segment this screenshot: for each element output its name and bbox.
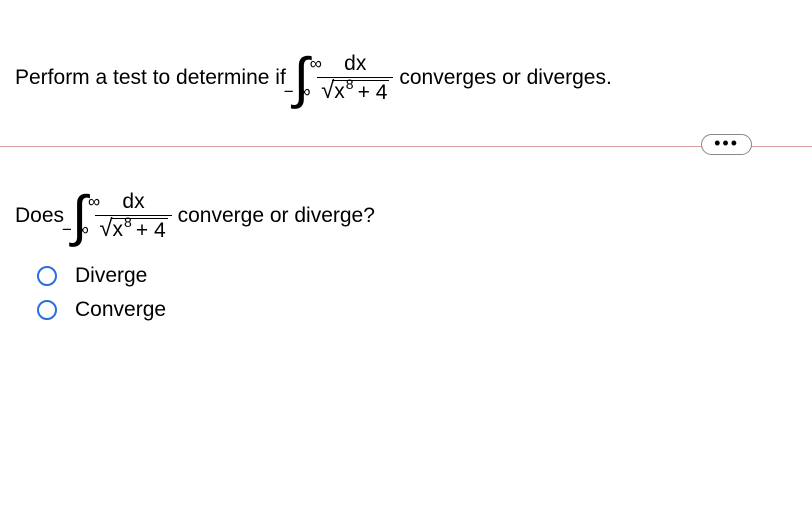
upper-limit: ∞ <box>310 36 322 92</box>
lower-limit: − ∞ <box>284 64 311 120</box>
option-converge[interactable]: Converge <box>37 298 797 322</box>
radio-icon[interactable] <box>37 266 57 286</box>
more-button[interactable]: ••• <box>701 134 752 155</box>
sqrt-2: √ x 8 + 4 <box>99 218 167 242</box>
options: Diverge Converge <box>37 264 797 322</box>
problem-prompt: Perform a test to determine if ∫ ∞ − ∞ d… <box>15 50 797 106</box>
question-after: converge or diverge? <box>178 204 375 228</box>
lower-limit-2: − ∞ <box>62 202 89 258</box>
question-row: Does ∫ ∞ − ∞ dx √ x 8 + 4 <box>15 188 797 244</box>
prompt-before: Perform a test to determine if <box>15 66 286 90</box>
x-power-2: x 8 <box>113 219 132 240</box>
upper-limit-2: ∞ <box>88 174 100 230</box>
integral-expression: ∫ ∞ − ∞ dx √ x 8 + 4 <box>292 50 394 106</box>
option-label: Converge <box>75 298 166 322</box>
numerator-2: dx <box>118 190 148 215</box>
question-before: Does <box>15 204 64 228</box>
numerator: dx <box>340 52 370 77</box>
option-diverge[interactable]: Diverge <box>37 264 797 288</box>
radio-icon[interactable] <box>37 300 57 320</box>
radicand: x 8 + 4 <box>332 80 389 104</box>
integral-symbol: ∫ ∞ − ∞ <box>292 50 311 106</box>
fraction: dx √ x 8 + 4 <box>317 52 393 104</box>
radicand-2: x 8 + 4 <box>111 218 168 242</box>
sqrt: √ x 8 + 4 <box>321 80 389 104</box>
denominator: √ x 8 + 4 <box>317 77 393 104</box>
option-label: Diverge <box>75 264 147 288</box>
integral-expression-2: ∫ ∞ − ∞ dx √ x 8 + 4 <box>70 188 172 244</box>
divider <box>0 146 812 147</box>
prompt-after: converges or diverges. <box>399 66 611 90</box>
integral-symbol-2: ∫ ∞ − ∞ <box>70 188 89 244</box>
denominator-2: √ x 8 + 4 <box>95 215 171 242</box>
x-power: x 8 <box>334 81 353 102</box>
fraction-2: dx √ x 8 + 4 <box>95 190 171 242</box>
